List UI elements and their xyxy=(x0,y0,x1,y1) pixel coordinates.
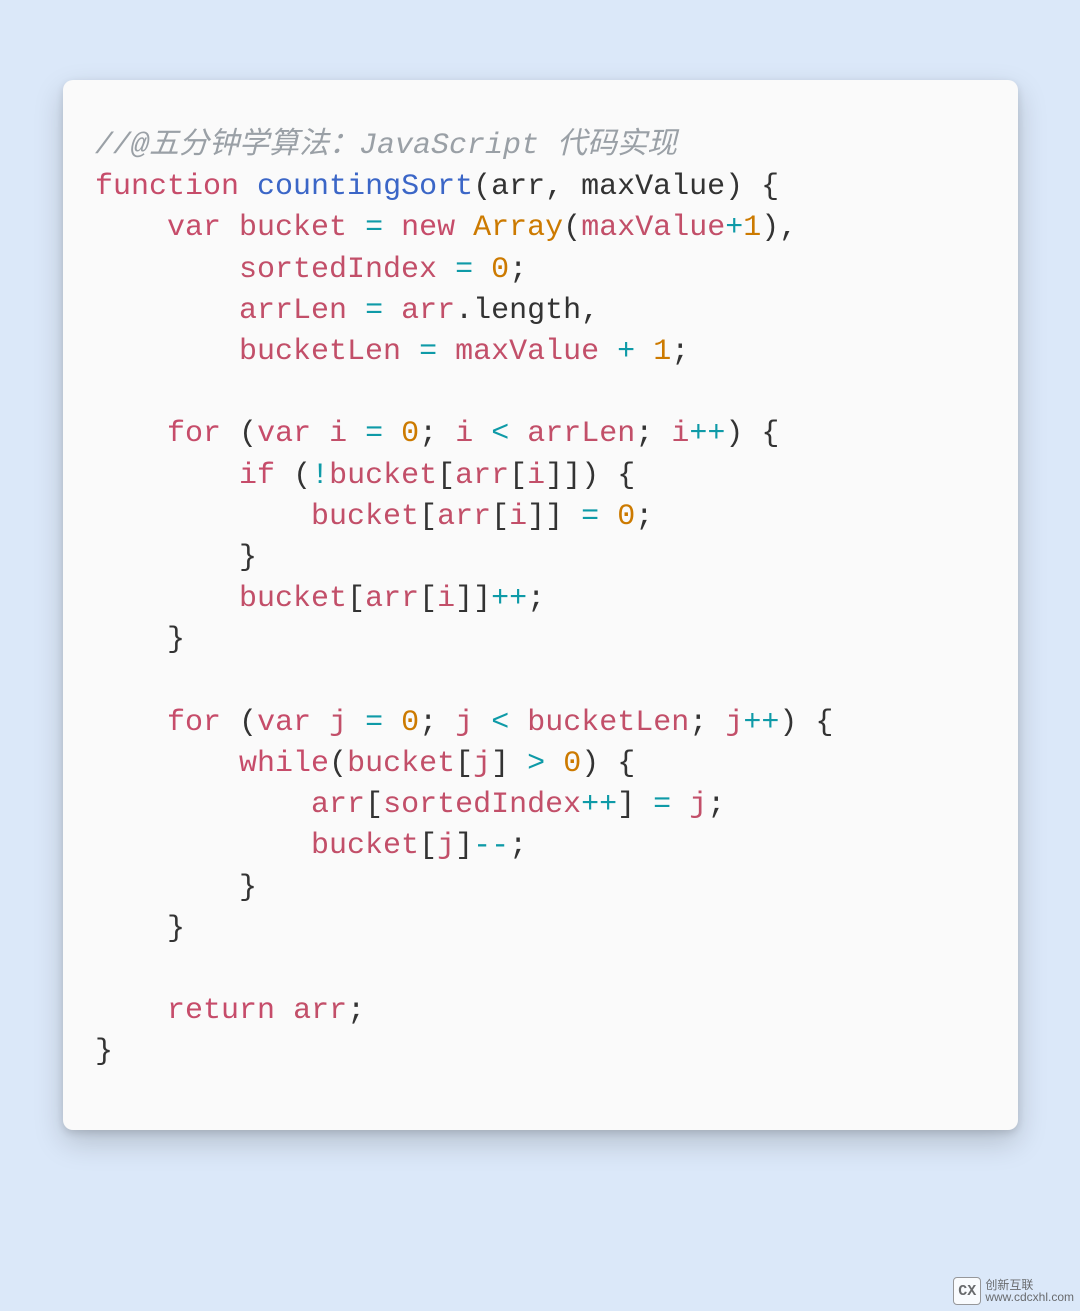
function-name: countingSort xyxy=(257,170,473,204)
code-block: //@五分钟学算法：JavaScript 代码实现 function count… xyxy=(95,126,986,1074)
code-card: //@五分钟学算法：JavaScript 代码实现 function count… xyxy=(63,80,1018,1130)
kw-function: function xyxy=(95,170,239,204)
watermark-logo-icon: CX xyxy=(953,1277,981,1305)
watermark-text: 创新互联 www.cdcxhl.com xyxy=(985,1279,1074,1303)
watermark: CX 创新互联 www.cdcxhl.com xyxy=(953,1277,1074,1305)
code-comment: //@五分钟学算法：JavaScript 代码实现 xyxy=(95,129,677,163)
